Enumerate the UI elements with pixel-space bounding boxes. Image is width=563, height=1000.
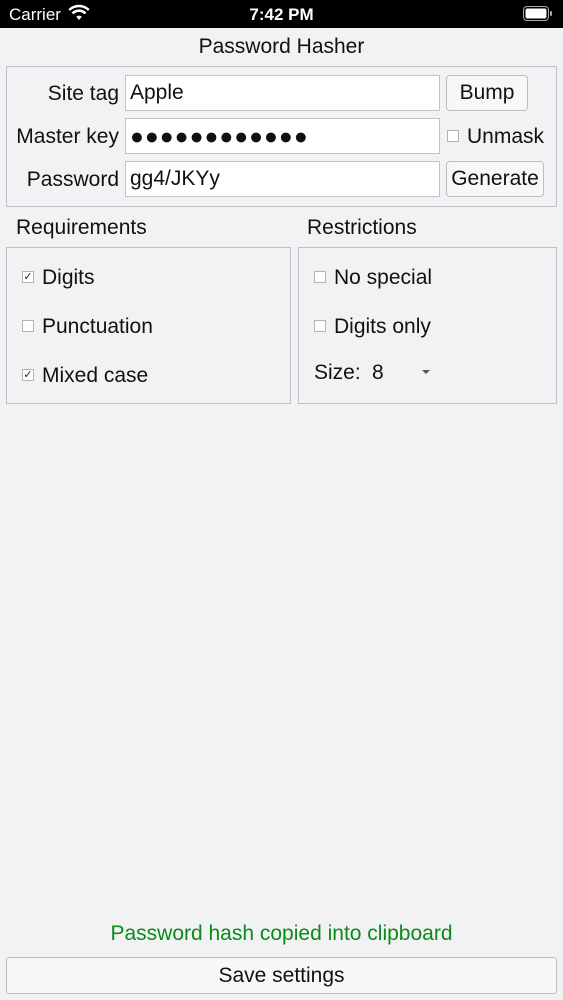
size-select[interactable]: 8 [366,356,438,388]
unmask-label: Unmask [467,125,545,148]
site-tag-input[interactable]: Apple [125,75,440,111]
mixed-case-label: Mixed case [42,364,149,387]
bump-button[interactable]: Bump [446,75,528,111]
digits-only-label: Digits only [334,315,431,338]
chevron-down-icon [422,370,430,374]
generate-button[interactable]: Generate [446,161,544,197]
site-tag-label: Site tag [47,82,119,105]
digits-checkbox[interactable]: ✓ [22,271,34,283]
status-bar: Carrier 7:42 PM [0,0,563,28]
no-special-label: No special [334,266,433,289]
password-label: Password [26,168,119,191]
punctuation-checkbox[interactable] [22,320,34,332]
page-title: Password Hasher [198,35,365,58]
mixed-case-checkbox[interactable]: ✓ [22,369,34,381]
punctuation-label: Punctuation [42,315,153,338]
battery-icon [523,6,552,21]
restrictions-heading: Restrictions [307,216,417,239]
size-value: 8 [372,361,384,384]
digits-label: Digits [42,266,95,289]
size-label: Size: [314,361,361,384]
master-key-label: Master key [16,125,119,148]
password-output[interactable]: gg4/JKYy [125,161,440,197]
no-special-checkbox[interactable] [314,271,326,283]
status-message: Password hash copied into clipboard [110,922,453,945]
master-key-input[interactable]: ●●●●●●●●●●●● [125,118,440,154]
save-settings-button[interactable]: Save settings [6,957,557,994]
clock: 7:42 PM [249,5,314,24]
digits-only-checkbox[interactable] [314,320,326,332]
unmask-checkbox[interactable] [447,130,459,142]
requirements-heading: Requirements [16,216,147,239]
